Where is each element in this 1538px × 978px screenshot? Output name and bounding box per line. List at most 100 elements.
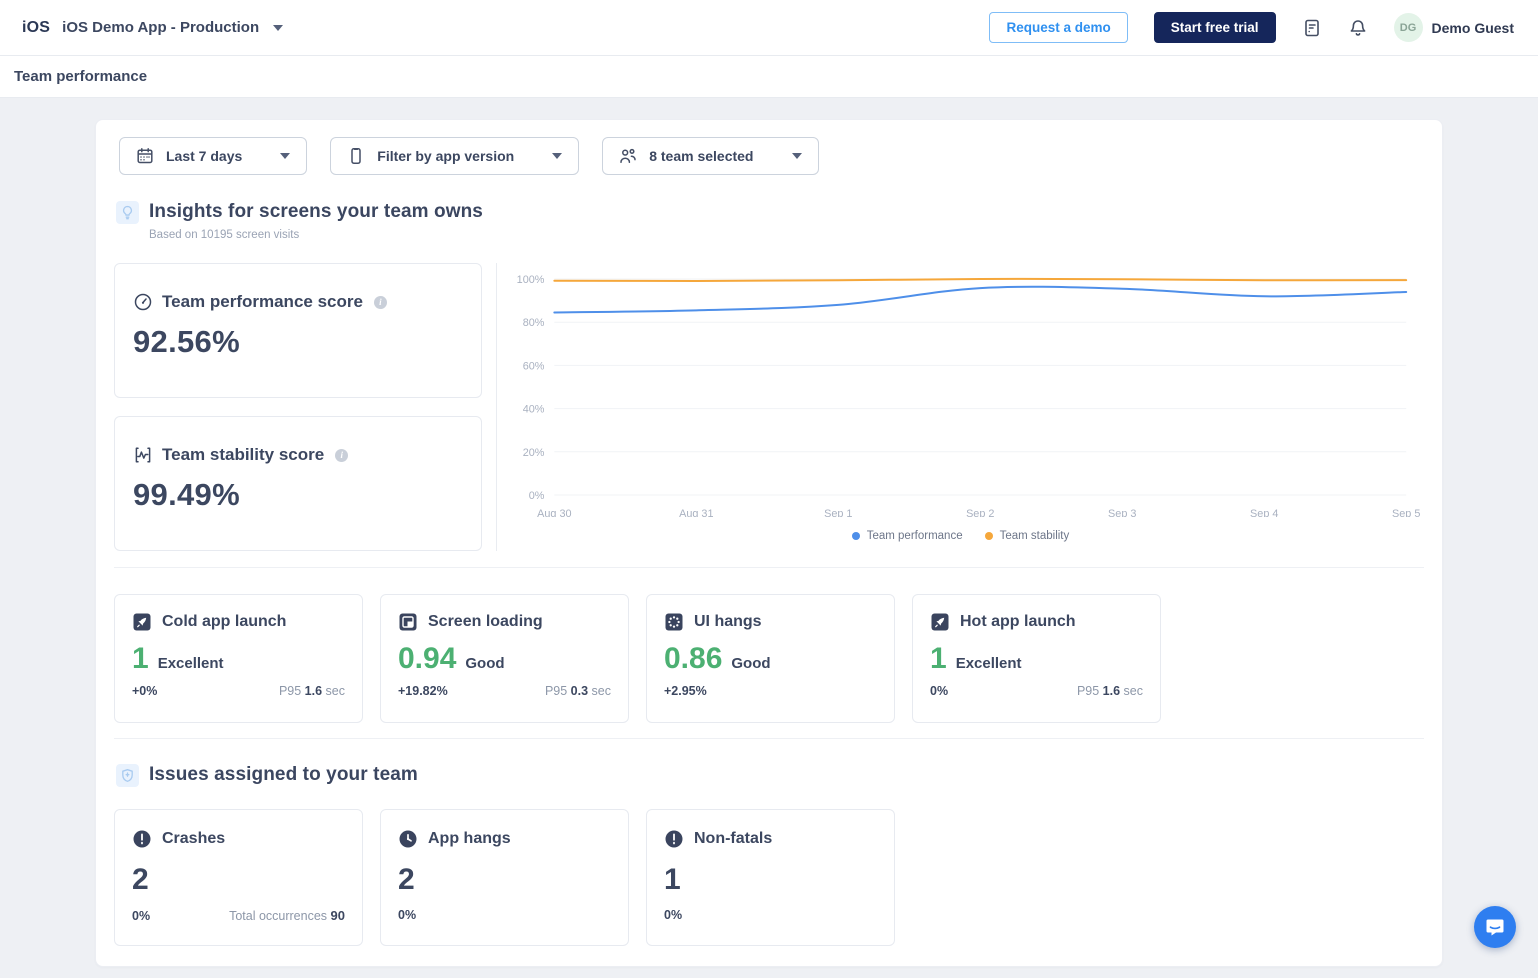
issue-change: 0% [132,909,150,923]
legend-team-performance: Team performance [852,530,963,542]
issue-title: Non-fatals [694,830,772,848]
p95-stat: P95 1.6 sec [279,684,345,698]
issue-value: 2 [132,863,345,896]
svg-text:60%: 60% [523,360,545,372]
bug-shield-icon [116,764,139,787]
svg-text:Sep 1: Sep 1 [824,508,852,517]
page-title: Team performance [14,68,147,85]
screen-loading-icon [398,612,418,632]
metric-rating: Good [465,655,504,672]
metric-rating: Excellent [956,655,1022,672]
insights-body: Team performance score i 92.56% Team [114,263,1424,551]
app-hangs-card: App hangs 2 0% [380,809,629,946]
svg-text:40%: 40% [523,404,545,416]
ui-hangs-card: UI hangs 0.86 Good +2.95% [646,594,895,723]
user-menu[interactable]: DG Demo Guest [1394,13,1514,42]
metric-title: Cold app launch [162,613,286,631]
info-icon[interactable]: i [335,449,348,462]
performance-score-value: 92.56% [133,324,463,360]
request-demo-button[interactable]: Request a demo [989,12,1127,43]
issue-value: 2 [398,863,611,896]
ui-hangs-spinner-icon [664,612,684,632]
stability-score-value: 99.49% [133,477,463,513]
metric-value: 1 [930,642,947,675]
issue-title: App hangs [428,830,511,848]
metric-change: 0% [930,684,948,698]
hot-launch-rocket-icon [930,612,950,632]
user-avatar: DG [1394,13,1423,42]
issues-title: Issues assigned to your team [149,764,418,786]
svg-text:0%: 0% [529,490,545,502]
info-icon[interactable]: i [374,296,387,309]
non-fatal-alert-icon [664,829,684,849]
user-name: Demo Guest [1432,20,1514,36]
team-stability-score-card: Team stability score i 99.49% [114,416,482,551]
legend-label: Team stability [1000,530,1070,542]
issue-value: 1 [664,863,877,896]
hot-app-launch-card: Hot app launch 1 Excellent 0% P95 1.6 se… [912,594,1161,723]
metric-value: 0.86 [664,642,722,675]
apdex-metric-row: Cold app launch 1 Excellent +0% P95 1.6 … [114,594,1424,723]
issues-row: Crashes 2 0% Total occurrences 90 [114,809,1424,946]
team-filter[interactable]: 8 team selected [602,137,818,175]
metric-value: 0.94 [398,642,456,675]
main-content: Last 7 days Filter by app version [0,98,1538,978]
chevron-down-icon [280,153,290,159]
screen-loading-card: Screen loading 0.94 Good +19.82% P95 0.3… [380,594,629,723]
performance-score-label: Team performance score [162,292,363,312]
filter-bar: Last 7 days Filter by app version [114,137,1424,175]
page-header: Team performance [0,56,1538,98]
scores-trend-chart: 0%20%40%60%80%100%Aug 30Aug 31Sep 1Sep 2… [496,263,1424,551]
svg-text:Sep 3: Sep 3 [1108,508,1136,517]
issue-title: Crashes [162,830,225,848]
svg-text:Sep 2: Sep 2 [966,508,994,517]
insights-section-header: Insights for screens your team owns Base… [114,201,1424,241]
svg-text:20%: 20% [523,447,545,459]
legend-dot-orange [985,532,993,540]
legend-team-stability: Team stability [985,530,1070,542]
start-free-trial-button[interactable]: Start free trial [1154,12,1276,43]
metric-title: Hot app launch [960,613,1076,631]
team-performance-card: Last 7 days Filter by app version [95,119,1443,967]
legend-label: Team performance [867,530,963,542]
p95-stat: P95 1.6 sec [1077,684,1143,698]
app-hangs-icon [398,829,418,849]
stability-pulse-icon [133,445,153,465]
insights-title: Insights for screens your team owns [149,201,483,223]
issue-change: 0% [664,908,682,922]
cold-app-launch-card: Cold app launch 1 Excellent +0% P95 1.6 … [114,594,363,723]
ios-logo: iOS [22,19,50,37]
app-selector-dropdown[interactable]: iOS Demo App - Production [62,19,283,36]
non-fatals-card: Non-fatals 1 0% [646,809,895,946]
team-filter-label: 8 team selected [649,148,753,164]
metric-change: +2.95% [664,684,707,698]
lightbulb-icon [116,201,139,224]
date-range-label: Last 7 days [166,148,242,164]
svg-text:100%: 100% [517,274,545,286]
crashes-card: Crashes 2 0% Total occurrences 90 [114,809,363,946]
changelog-icon[interactable] [1302,18,1322,38]
metric-title: Screen loading [428,613,543,631]
team-people-icon [619,147,637,165]
metric-rating: Excellent [158,655,224,672]
date-range-filter[interactable]: Last 7 days [119,137,307,175]
notifications-bell-icon[interactable] [1348,18,1368,38]
metric-title: UI hangs [694,613,762,631]
chevron-down-icon [552,153,562,159]
total-occurrences: Total occurrences 90 [229,908,345,923]
svg-text:Aug 30: Aug 30 [537,508,571,517]
stability-score-label: Team stability score [162,445,324,465]
chat-launcher-button[interactable] [1474,906,1516,948]
app-version-filter[interactable]: Filter by app version [330,137,579,175]
crash-alert-icon [132,829,152,849]
cold-launch-rocket-icon [132,612,152,632]
calendar-icon [136,147,154,165]
legend-dot-blue [852,532,860,540]
chevron-down-icon [792,153,802,159]
p95-stat: P95 0.3 sec [545,684,611,698]
issue-change: 0% [398,908,416,922]
line-chart: 0%20%40%60%80%100%Aug 30Aug 31Sep 1Sep 2… [497,265,1424,517]
section-divider [114,738,1424,739]
metric-value: 1 [132,642,149,675]
chat-bubble-icon [1484,916,1506,938]
